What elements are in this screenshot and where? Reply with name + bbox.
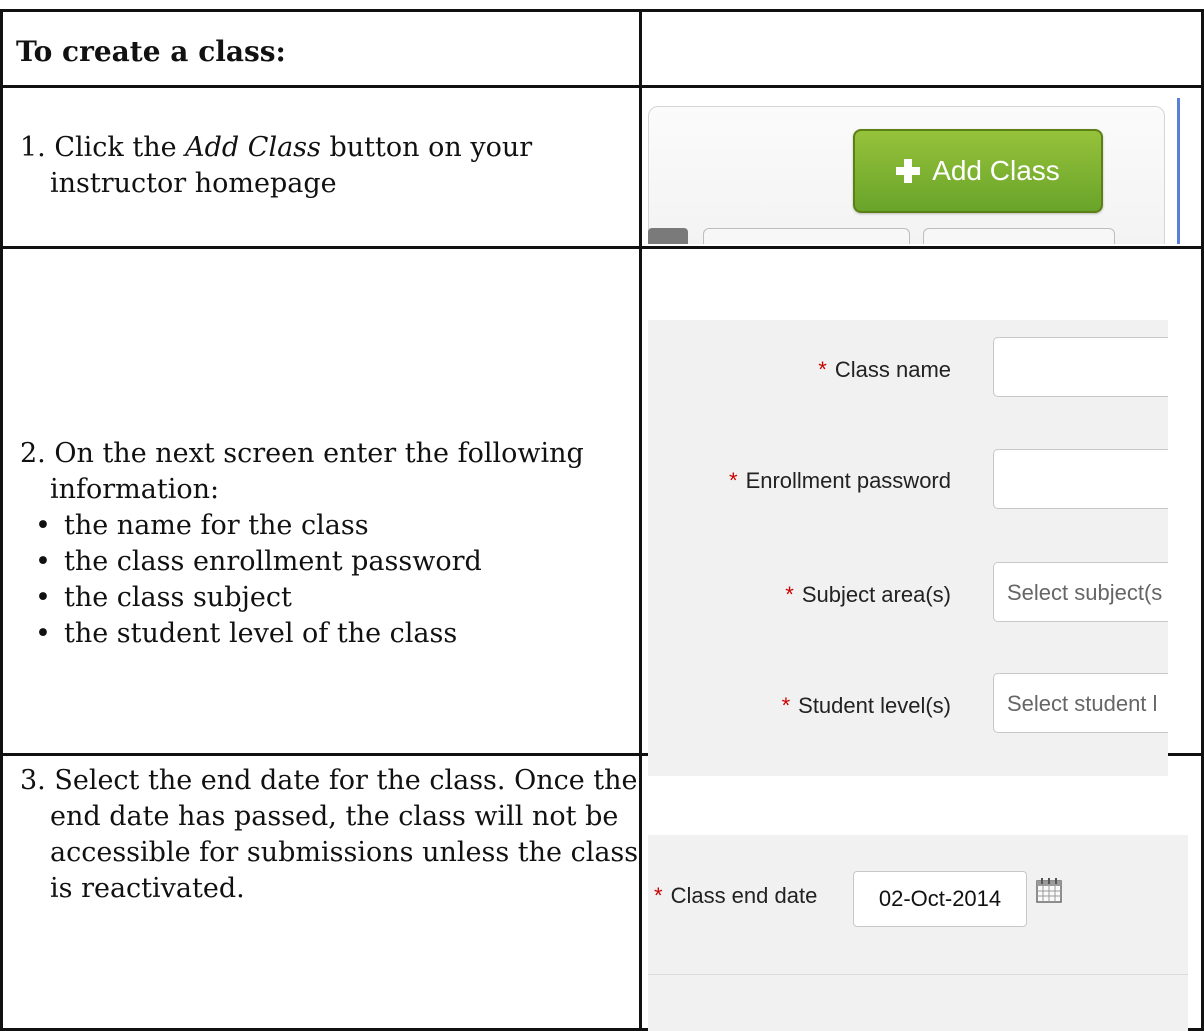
calendar-icon[interactable]: [1036, 877, 1062, 903]
student-level-label: * Student level(s): [781, 693, 951, 718]
tab[interactable]: [648, 228, 688, 244]
tab-strip: [648, 226, 1168, 244]
subject-area-label: * Subject area(s): [785, 582, 951, 607]
tab[interactable]: [923, 228, 1115, 244]
add-class-emphasis: Add Class: [185, 132, 321, 163]
step-3-text: 3. Select the end date for the class. On…: [20, 765, 639, 904]
table-header: To create a class:: [16, 35, 286, 68]
scrollbar-edge: [1177, 98, 1180, 244]
class-end-date-input[interactable]: 02-Oct-2014: [853, 871, 1027, 927]
subject-area-select[interactable]: Select subject(s: [993, 562, 1168, 622]
enrollment-password-label: * Enrollment password: [729, 468, 951, 493]
row-divider: [3, 85, 1201, 88]
divider: [648, 974, 1188, 975]
enrollment-password-input[interactable]: [993, 449, 1168, 509]
row-divider: [3, 246, 1201, 249]
add-class-screenshot: Add Class: [648, 98, 1188, 244]
step-2-text: 2. On the next screen enter the followin…: [20, 438, 584, 505]
class-form-screenshot: * Class name * Enrollment password * Subjec…: [648, 320, 1168, 776]
end-date-screenshot: * Class end date 02-Oct-2014: [648, 835, 1188, 1031]
info-bullet-list: the name for the class the class enrollm…: [24, 508, 482, 652]
class-name-label: * Class name: [818, 357, 951, 382]
step-1-text: 1. Click the Add Class button on your in…: [20, 132, 533, 199]
class-name-input[interactable]: [993, 337, 1168, 397]
list-item: the class subject: [24, 580, 482, 616]
list-item: the student level of the class: [24, 616, 482, 652]
add-class-button-label: Add Class: [932, 155, 1060, 186]
class-end-date-label: * Class end date: [654, 883, 818, 908]
tab[interactable]: [703, 228, 910, 244]
student-level-select[interactable]: Select student l: [993, 673, 1168, 733]
add-class-button[interactable]: Add Class: [853, 129, 1103, 213]
plus-icon: [896, 159, 921, 183]
list-item: the name for the class: [24, 508, 482, 544]
list-item: the class enrollment password: [24, 544, 482, 580]
